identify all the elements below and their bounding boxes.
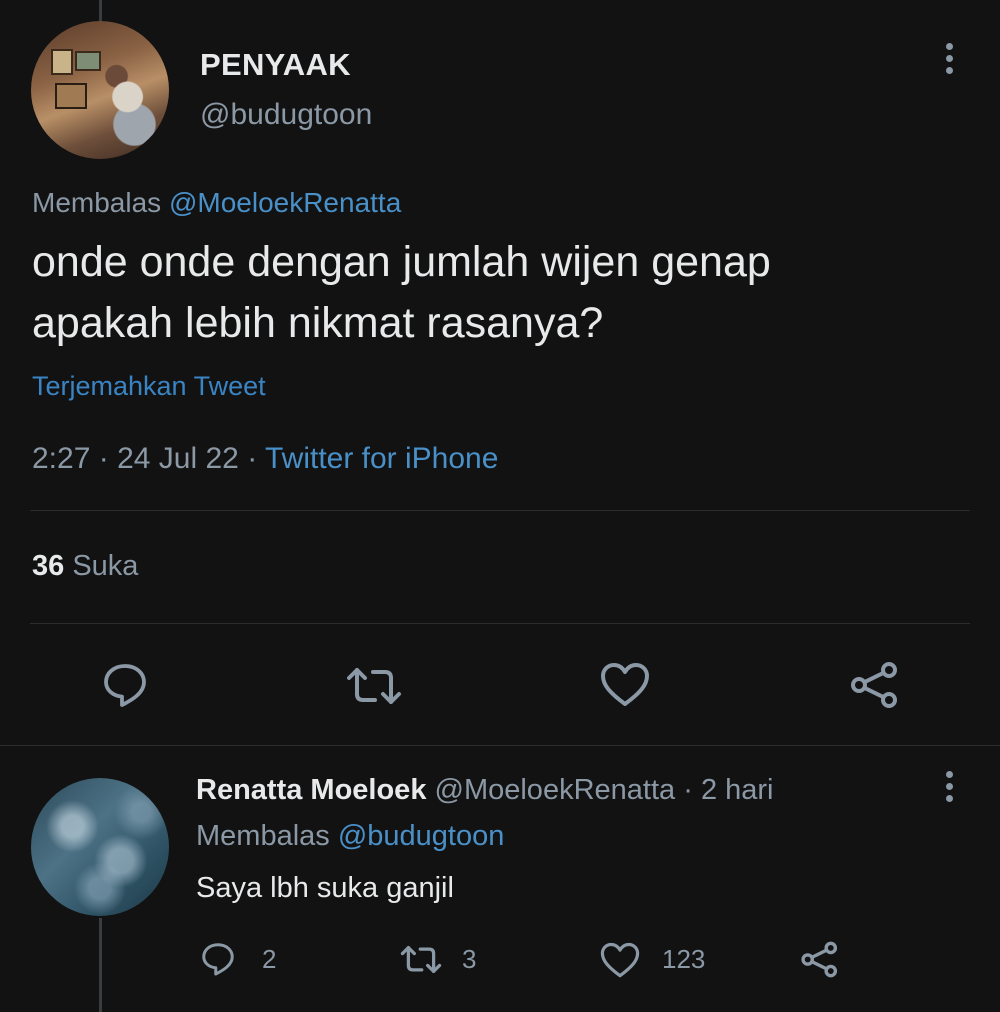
tweet-text-line: apakah lebih nikmat rasanya?: [32, 299, 604, 347]
reply-count: 2: [262, 944, 277, 974]
likes-summary[interactable]: 36 Suka: [32, 550, 138, 583]
author-avatar[interactable]: [31, 21, 169, 159]
retweet-icon[interactable]: [343, 664, 405, 708]
tweet-date[interactable]: 24 Jul 22: [117, 442, 239, 475]
divider: [30, 623, 970, 624]
author-name[interactable]: PENYAAK: [200, 47, 351, 83]
heart-icon[interactable]: [600, 662, 650, 708]
thread-line-top: [99, 0, 102, 22]
more-icon[interactable]: [937, 771, 961, 811]
tweet-meta: 2:27 · 24 Jul 22 · Twitter for iPhone: [32, 442, 498, 476]
heart-icon[interactable]: [600, 942, 640, 979]
likes-label: Suka: [72, 550, 139, 582]
replying-to: Membalas @MoeloekRenatta: [32, 187, 401, 219]
reply-separator: ·: [683, 774, 693, 806]
replying-mention-link[interactable]: @MoeloekRenatta: [169, 187, 401, 218]
meta-separator: ·: [98, 442, 109, 475]
divider: [30, 510, 970, 511]
reply-replying-to: Membalas @budugtoon: [196, 820, 504, 853]
reply-author-name[interactable]: Renatta Moeloek: [196, 774, 426, 806]
like-count: 123: [662, 944, 706, 974]
share-icon[interactable]: [849, 661, 901, 709]
reply-author-handle[interactable]: @MoeloekRenatta: [435, 774, 676, 806]
reply-mention-link[interactable]: @budugtoon: [338, 820, 505, 852]
tweet-source-link[interactable]: Twitter for iPhone: [265, 442, 498, 475]
thread-line-bottom: [99, 918, 102, 1012]
reply-header: Renatta Moeloek @MoeloekRenatta · 2 hari: [196, 774, 773, 807]
tweet-detail-page: PENYAAK @budugtoon Membalas @MoeloekRena…: [0, 0, 1000, 1012]
more-icon[interactable]: [937, 43, 961, 83]
author-handle[interactable]: @budugtoon: [200, 98, 372, 132]
replying-prefix: Membalas: [32, 187, 162, 218]
reply-text: Saya lbh suka ganjil: [196, 872, 454, 904]
meta-separator: ·: [247, 442, 258, 475]
reply-icon[interactable]: [101, 660, 149, 710]
translate-tweet-link[interactable]: Terjemahkan Tweet: [32, 371, 266, 402]
tweet-text: onde onde dengan jumlah wijen genap apak…: [32, 232, 932, 354]
reply-replying-prefix: Membalas: [196, 820, 330, 852]
tweet-text-line: onde onde dengan jumlah wijen genap: [32, 238, 771, 286]
reply-author-avatar[interactable]: [31, 778, 169, 916]
reply-age[interactable]: 2 hari: [701, 774, 774, 806]
likes-count: 36: [32, 550, 65, 582]
tweet-time[interactable]: 2:27: [32, 442, 90, 475]
retweet-icon[interactable]: [398, 943, 444, 976]
divider: [0, 745, 1000, 746]
share-icon[interactable]: [800, 941, 840, 978]
retweet-count: 3: [462, 944, 477, 974]
reply-icon[interactable]: [200, 940, 236, 978]
